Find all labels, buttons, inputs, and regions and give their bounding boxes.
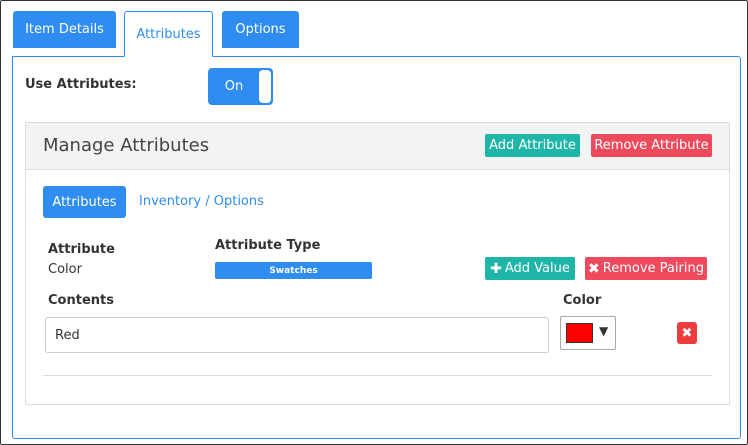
card-title: Manage Attributes [43, 135, 210, 156]
contents-input[interactable]: Red [45, 317, 549, 353]
color-header: Color [563, 293, 602, 308]
divider [43, 375, 712, 376]
color-picker[interactable]: ▼ [560, 316, 616, 350]
color-swatch [566, 323, 593, 343]
tab-attributes[interactable]: Attributes [124, 11, 213, 57]
remove-pairing-label: Remove Pairing [602, 261, 704, 276]
remove-attribute-button[interactable]: Remove Attribute [591, 134, 712, 157]
add-value-label: Add Value [504, 261, 570, 276]
toggle-knob [259, 70, 271, 103]
add-value-button[interactable]: ✚ Add Value [485, 257, 575, 280]
plus-icon: ✚ [490, 260, 502, 277]
attribute-type-header: Attribute Type [215, 238, 321, 253]
attribute-value: Color [48, 262, 82, 277]
use-attributes-toggle[interactable]: On [208, 68, 273, 105]
remove-pairing-button[interactable]: ✖ Remove Pairing [585, 257, 707, 280]
delete-row-button[interactable]: ✖ [677, 322, 697, 344]
close-icon: ✖ [681, 325, 693, 341]
subtab-attributes[interactable]: Attributes [43, 186, 126, 218]
attribute-header: Attribute [48, 242, 115, 257]
close-icon: ✖ [588, 260, 600, 277]
tab-item-details[interactable]: Item Details [13, 11, 116, 48]
toggle-state-label: On [224, 79, 244, 94]
use-attributes-label: Use Attributes: [25, 77, 137, 92]
subtab-inventory-options[interactable]: Inventory / Options [139, 194, 264, 209]
caret-down-icon: ▼ [599, 324, 609, 338]
add-attribute-button[interactable]: Add Attribute [485, 134, 580, 157]
tab-options[interactable]: Options [222, 11, 299, 48]
attribute-type-select[interactable]: Swatches [215, 262, 372, 279]
contents-header: Contents [48, 293, 114, 308]
